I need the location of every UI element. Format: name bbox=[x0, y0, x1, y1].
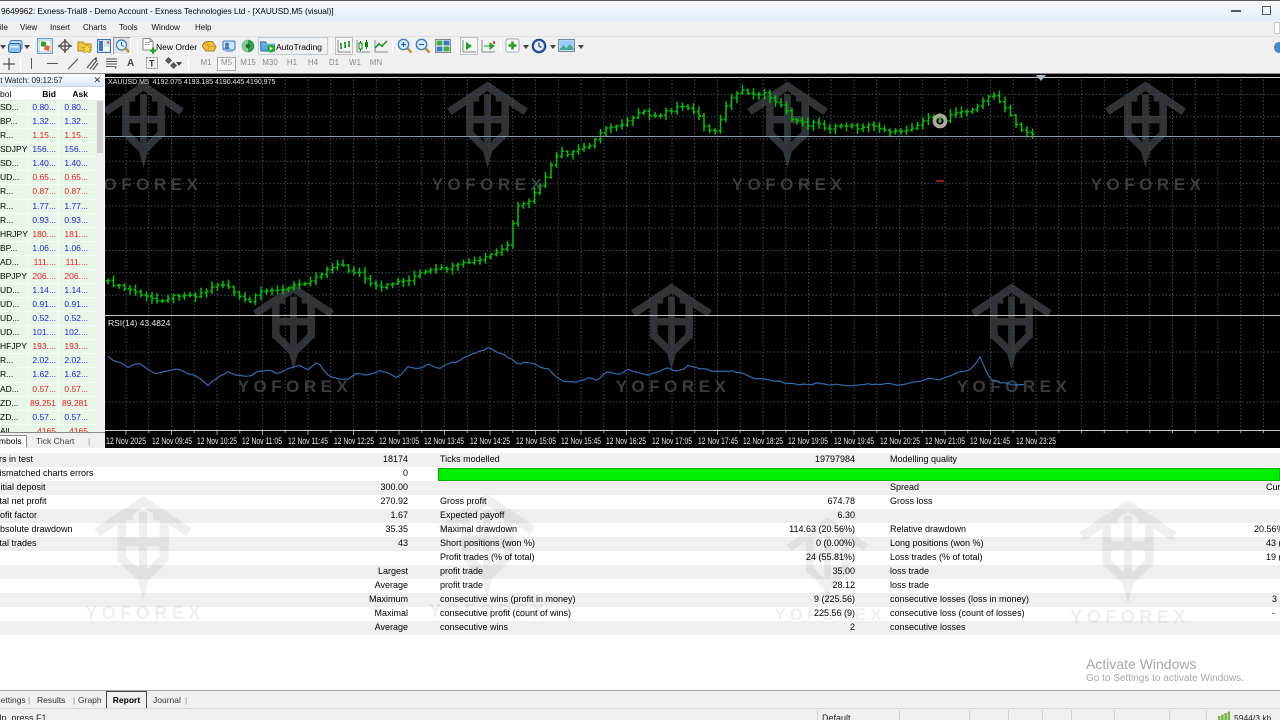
svg-text:12 Nov 19:05: 12 Nov 19:05 bbox=[788, 436, 828, 446]
svg-text:12 Nov 17:05: 12 Nov 17:05 bbox=[652, 436, 692, 446]
svg-text:YOFOREX: YOFOREX bbox=[432, 175, 547, 194]
svg-text:YOFOREX: YOFOREX bbox=[1091, 175, 1206, 194]
svg-text:12 Nov 13:45: 12 Nov 13:45 bbox=[424, 436, 464, 446]
svg-text:12 Nov 11:45: 12 Nov 11:45 bbox=[288, 436, 328, 446]
svg-text:YOFOREX: YOFOREX bbox=[616, 377, 731, 396]
svg-text:12 Nov 19:45: 12 Nov 19:45 bbox=[834, 436, 874, 446]
svg-text:12 Nov 18:25: 12 Nov 18:25 bbox=[743, 436, 783, 446]
svg-text:YOFOREX: YOFOREX bbox=[238, 377, 353, 396]
svg-text:12 Nov 20:25: 12 Nov 20:25 bbox=[880, 436, 920, 446]
svg-text:12 Nov 13:05: 12 Nov 13:05 bbox=[379, 436, 419, 446]
svg-text:12 Nov 21:45: 12 Nov 21:45 bbox=[970, 436, 1010, 446]
svg-text:12 Nov 2025: 12 Nov 2025 bbox=[106, 436, 146, 446]
svg-text:12 Nov 16:25: 12 Nov 16:25 bbox=[606, 436, 646, 446]
svg-text:12 Nov 23:25: 12 Nov 23:25 bbox=[1016, 436, 1056, 446]
svg-text:12 Nov 12:25: 12 Nov 12:25 bbox=[334, 436, 374, 446]
svg-text:T: T bbox=[149, 59, 155, 69]
svg-text:YOFOREX: YOFOREX bbox=[957, 377, 1072, 396]
svg-text:12 Nov 15:45: 12 Nov 15:45 bbox=[561, 436, 601, 446]
svg-text:12 Nov 21:05: 12 Nov 21:05 bbox=[925, 436, 965, 446]
svg-text:12 Nov 11:05: 12 Nov 11:05 bbox=[242, 436, 282, 446]
svg-text:12 Nov 09:45: 12 Nov 09:45 bbox=[152, 436, 192, 446]
svg-text:12 Nov 15:05: 12 Nov 15:05 bbox=[516, 436, 556, 446]
svg-text:12 Nov 14:25: 12 Nov 14:25 bbox=[470, 436, 510, 446]
svg-text:YOFOREX: YOFOREX bbox=[105, 175, 202, 194]
svg-text:YOFOREX: YOFOREX bbox=[732, 175, 847, 194]
svg-text:12 Nov 10:25: 12 Nov 10:25 bbox=[197, 436, 237, 446]
svg-text:12 Nov 17:45: 12 Nov 17:45 bbox=[698, 436, 738, 446]
